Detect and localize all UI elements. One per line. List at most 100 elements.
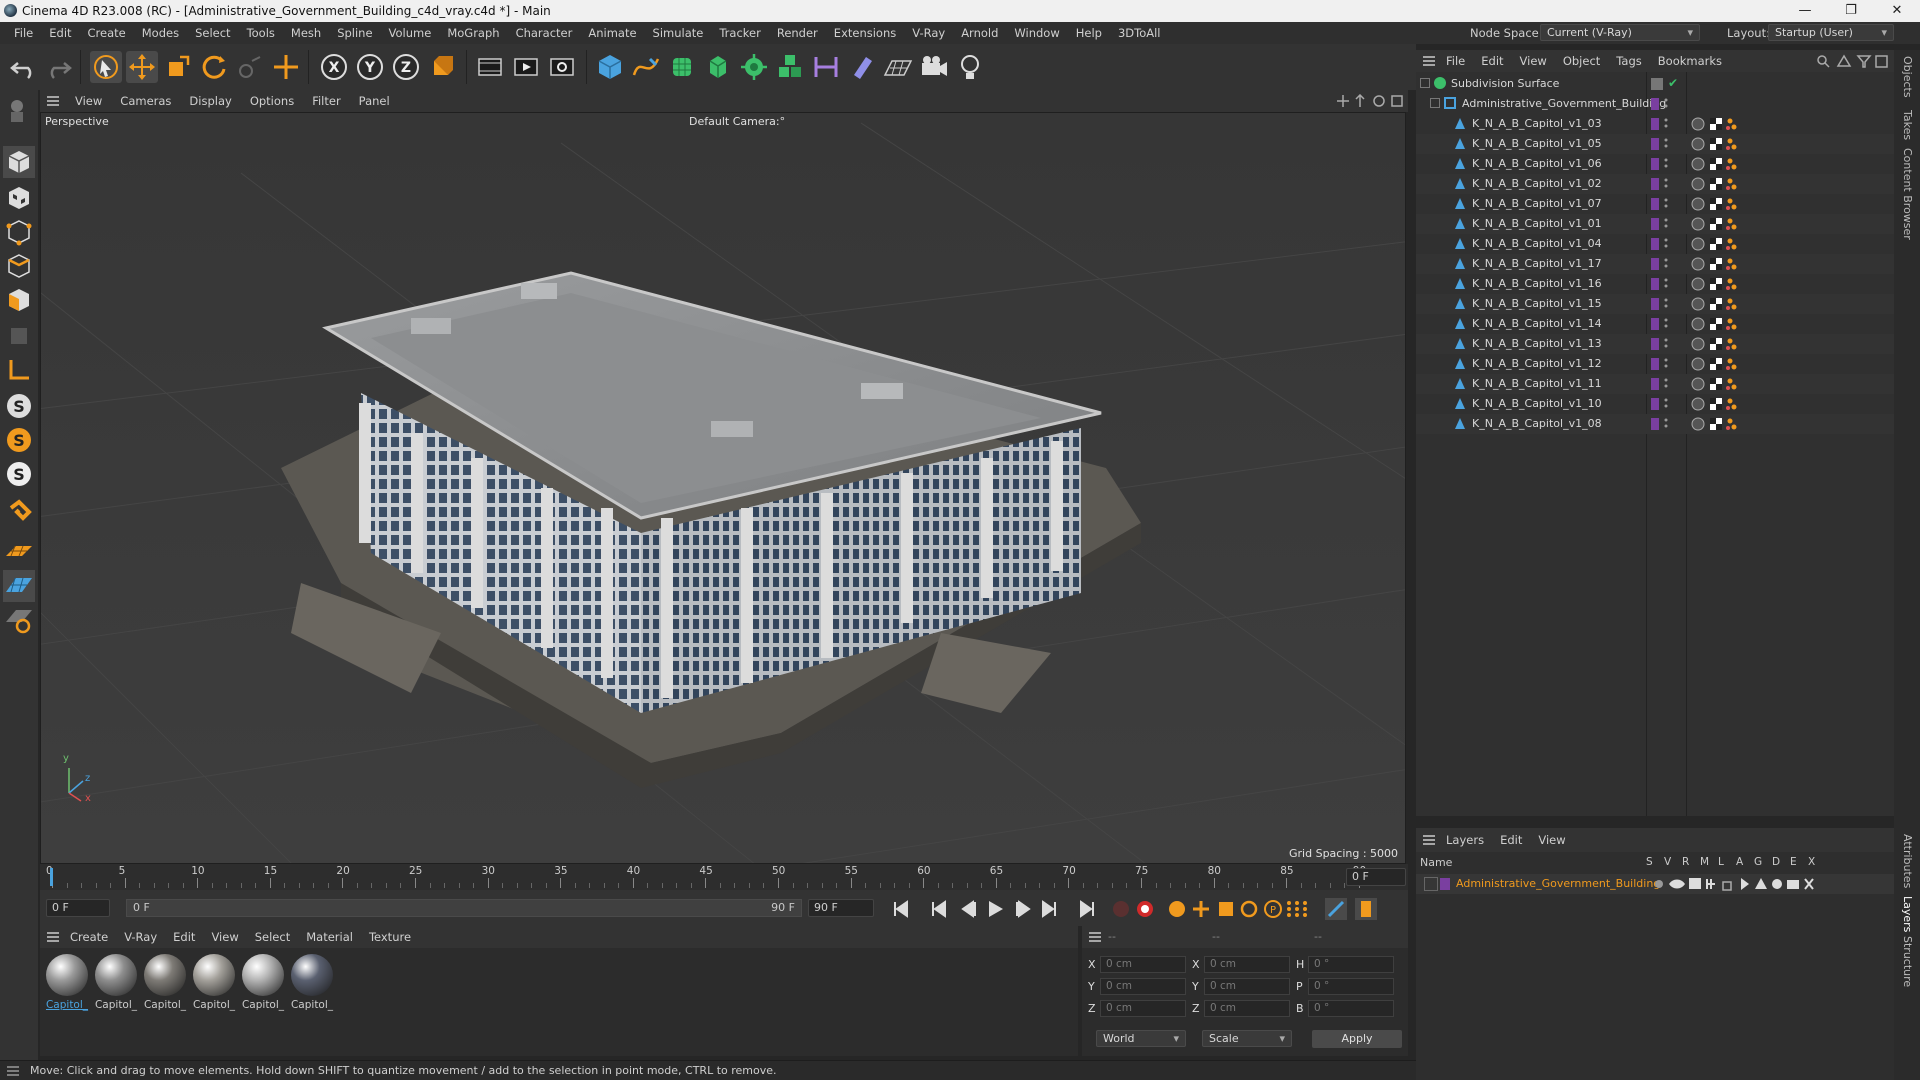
material-swatch[interactable]: Capitol_ bbox=[289, 954, 335, 1011]
material-swatch[interactable]: Capitol_ bbox=[142, 954, 188, 1011]
object-manager-hamburger-icon[interactable] bbox=[1422, 54, 1436, 68]
object-row[interactable]: K_N_A_B_Capitol_v1_11 bbox=[1416, 374, 1894, 394]
layer-color-chip[interactable] bbox=[1651, 298, 1659, 310]
material-menu-texture[interactable]: Texture bbox=[361, 926, 419, 948]
material-tag-icons[interactable] bbox=[1690, 316, 1750, 332]
node-space-dropdown[interactable]: Current (V-Ray) bbox=[1540, 24, 1700, 41]
layer-color-chip[interactable] bbox=[1651, 158, 1659, 170]
visibility-toggle-icon[interactable] bbox=[1664, 336, 1668, 352]
layer-color-chip[interactable] bbox=[1651, 118, 1659, 130]
visibility-toggle-icon[interactable] bbox=[1664, 356, 1668, 372]
world-axis-icon[interactable] bbox=[270, 51, 302, 83]
material-tag-icons[interactable] bbox=[1690, 416, 1750, 432]
material-tag-icons[interactable] bbox=[1690, 276, 1750, 292]
material-tag-icons[interactable] bbox=[1690, 356, 1750, 372]
playback-controls[interactable]: P bbox=[885, 896, 1405, 922]
hamburger-icon[interactable] bbox=[46, 94, 60, 108]
coord-value-field[interactable]: 0 cm bbox=[1100, 978, 1186, 995]
visibility-toggle-icon[interactable] bbox=[1664, 96, 1668, 112]
material-menu-select[interactable]: Select bbox=[247, 926, 298, 948]
undo-icon[interactable] bbox=[8, 51, 40, 83]
layer-flag-header[interactable]: L bbox=[1718, 856, 1724, 868]
menu-modes[interactable]: Modes bbox=[134, 22, 187, 44]
visibility-toggle-icon[interactable] bbox=[1664, 316, 1668, 332]
menu-extensions[interactable]: Extensions bbox=[826, 22, 904, 44]
scale-tool-icon[interactable] bbox=[162, 51, 194, 83]
viewport-menu-panel[interactable]: Panel bbox=[350, 90, 399, 112]
layer-color-chip[interactable] bbox=[1651, 218, 1659, 230]
recent-tool-icon[interactable] bbox=[234, 51, 266, 83]
enabled-check-icon[interactable]: ✔ bbox=[1668, 76, 1678, 90]
layer-name[interactable]: Administrative_Government_Building bbox=[1456, 877, 1660, 890]
object-menu-view[interactable]: View bbox=[1512, 50, 1555, 72]
material-tag-icons[interactable] bbox=[1690, 396, 1750, 412]
object-row[interactable]: K_N_A_B_Capitol_v1_06 bbox=[1416, 154, 1894, 174]
tab-attributes[interactable]: Attributes bbox=[1901, 834, 1914, 888]
layer-color-chip[interactable] bbox=[1651, 378, 1659, 390]
frame-range-slider[interactable]: 0 F 90 F bbox=[126, 899, 802, 917]
object-row[interactable]: K_N_A_B_Capitol_v1_15 bbox=[1416, 294, 1894, 314]
cloner-icon[interactable] bbox=[738, 51, 770, 83]
start-frame-field[interactable]: 0 F bbox=[46, 899, 110, 917]
object-row[interactable]: K_N_A_B_Capitol_v1_17 bbox=[1416, 254, 1894, 274]
extrude-generator-icon[interactable] bbox=[702, 51, 734, 83]
cube-object-icon[interactable] bbox=[594, 51, 626, 83]
menu-v-ray[interactable]: V-Ray bbox=[904, 22, 953, 44]
material-tag-icons[interactable] bbox=[1690, 176, 1750, 192]
menu-window[interactable]: Window bbox=[1006, 22, 1067, 44]
viewport-menu-options[interactable]: Options bbox=[241, 90, 303, 112]
material-tag-icons[interactable] bbox=[1690, 236, 1750, 252]
subdivision-surface-icon[interactable] bbox=[666, 51, 698, 83]
material-swatch[interactable]: Capitol_ bbox=[93, 954, 139, 1011]
z-axis-lock-icon[interactable]: Z bbox=[390, 51, 422, 83]
current-frame-field[interactable]: 0 F bbox=[1346, 868, 1406, 886]
menu-arnold[interactable]: Arnold bbox=[953, 22, 1006, 44]
object-row[interactable]: K_N_A_B_Capitol_v1_07 bbox=[1416, 194, 1894, 214]
tab-layers[interactable]: Layers bbox=[1901, 896, 1914, 932]
visibility-dots-icon[interactable] bbox=[1651, 78, 1663, 90]
object-row-subdivision-surface[interactable]: Subdivision Surface ✔ bbox=[1416, 74, 1894, 94]
material-tag-icons[interactable] bbox=[1690, 196, 1750, 212]
floor-environment-icon[interactable] bbox=[882, 51, 914, 83]
object-row[interactable]: K_N_A_B_Capitol_v1_04 bbox=[1416, 234, 1894, 254]
visibility-toggle-icon[interactable] bbox=[1664, 416, 1668, 432]
scale-mode-dropdown[interactable]: Scale bbox=[1202, 1030, 1292, 1047]
object-row[interactable]: K_N_A_B_Capitol_v1_12 bbox=[1416, 354, 1894, 374]
menu-tools[interactable]: Tools bbox=[239, 22, 283, 44]
coord-value-field[interactable]: 0 cm bbox=[1204, 1000, 1290, 1017]
layer-expand-icon[interactable] bbox=[1424, 877, 1438, 891]
camera-icon[interactable] bbox=[918, 51, 950, 83]
layout-dropdown[interactable]: Startup (User) bbox=[1768, 24, 1894, 41]
render-to-picture-viewer-icon[interactable] bbox=[510, 51, 542, 83]
camera-label[interactable]: Default Camera:° bbox=[689, 115, 785, 128]
edge-mode-icon[interactable] bbox=[3, 250, 35, 282]
layer-color-chip[interactable] bbox=[1651, 98, 1659, 110]
object-row-group[interactable]: Administrative_Government_Building bbox=[1416, 94, 1894, 114]
grid-plane-icon[interactable] bbox=[3, 570, 35, 602]
playhead[interactable] bbox=[50, 868, 53, 886]
tab-structure[interactable]: Structure bbox=[1901, 936, 1914, 987]
object-row[interactable]: K_N_A_B_Capitol_v1_13 bbox=[1416, 334, 1894, 354]
visibility-toggle-icon[interactable] bbox=[1664, 196, 1668, 212]
layer-row[interactable]: Administrative_Government_Building bbox=[1416, 874, 1894, 894]
object-menu-file[interactable]: File bbox=[1438, 50, 1473, 72]
object-menu-edit[interactable]: Edit bbox=[1473, 50, 1511, 72]
material-tag-icons[interactable] bbox=[1690, 136, 1750, 152]
material-menu-create[interactable]: Create bbox=[62, 926, 116, 948]
object-row[interactable]: K_N_A_B_Capitol_v1_01 bbox=[1416, 214, 1894, 234]
visibility-toggle-icon[interactable] bbox=[1664, 216, 1668, 232]
coordinate-system-icon[interactable] bbox=[426, 51, 458, 83]
layer-color-chip[interactable] bbox=[1651, 318, 1659, 330]
menu-simulate[interactable]: Simulate bbox=[645, 22, 712, 44]
coord-value-field[interactable]: 0 cm bbox=[1100, 1000, 1186, 1017]
make-editable-icon[interactable] bbox=[3, 94, 35, 126]
visibility-toggle-icon[interactable] bbox=[1664, 116, 1668, 132]
layer-color-chip[interactable] bbox=[1651, 238, 1659, 250]
visibility-toggle-icon[interactable] bbox=[1664, 276, 1668, 292]
tab-takes[interactable]: Takes bbox=[1901, 110, 1914, 140]
coordinate-mode-dropdown[interactable]: World bbox=[1096, 1030, 1186, 1047]
material-swatch[interactable]: Capitol_ bbox=[191, 954, 237, 1011]
material-hamburger-icon[interactable] bbox=[46, 930, 60, 944]
rotate-tool-icon[interactable] bbox=[198, 51, 230, 83]
visibility-toggle-icon[interactable] bbox=[1664, 256, 1668, 272]
